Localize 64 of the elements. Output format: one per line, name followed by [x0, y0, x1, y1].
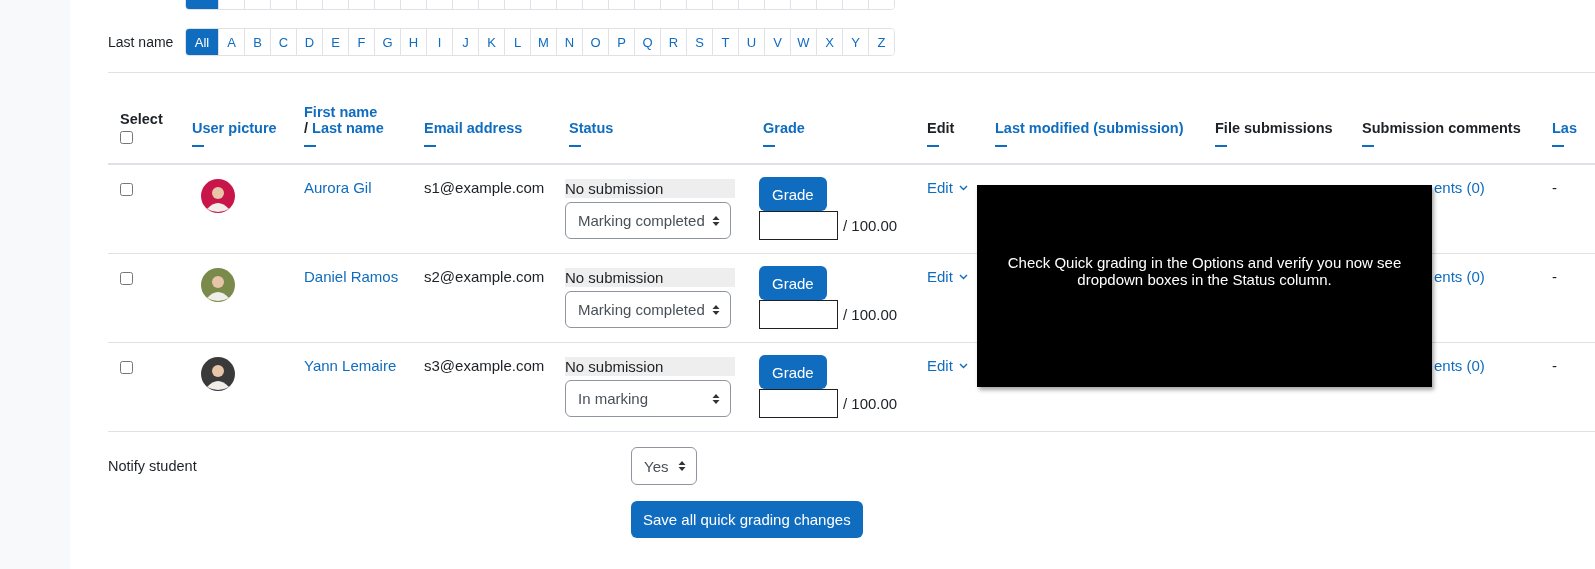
letter-filter-button[interactable]: All	[186, 29, 218, 55]
sort-link[interactable]: Grade	[763, 120, 805, 136]
edit-menu-link[interactable]: Edit	[927, 179, 975, 196]
letter-filter-button[interactable]: Z	[868, 29, 894, 55]
avatar	[201, 268, 235, 302]
notify-dropdown[interactable]: Yes	[631, 447, 698, 485]
sort-arrows-icon	[712, 214, 720, 227]
comments-link[interactable]: ents (0)	[1434, 179, 1485, 196]
status-label: No submission	[565, 357, 735, 376]
avatar	[201, 357, 235, 391]
filter-label: Last name	[108, 34, 175, 50]
sort-link[interactable]: First name	[304, 104, 378, 120]
student-name-link[interactable]: Yann Lemaire	[304, 357, 397, 374]
notify-label: Notify student	[108, 458, 198, 474]
email-text: s2@example.com	[424, 268, 545, 285]
marking-dropdown[interactable]: In marking	[565, 380, 731, 417]
sort-arrows-icon	[712, 303, 720, 316]
sort-arrows-icon	[678, 460, 687, 472]
save-button[interactable]: Save all quick grading changes	[631, 501, 863, 538]
row-checkbox[interactable]	[120, 183, 133, 196]
sort-arrows-icon	[712, 392, 720, 405]
column-header: Select	[120, 111, 163, 127]
student-name-link[interactable]: Aurora Gil	[304, 179, 372, 196]
grade-button[interactable]: Grade	[759, 177, 827, 211]
marking-dropdown[interactable]: Marking completed	[565, 291, 731, 328]
cell-text: -	[1552, 357, 1557, 374]
select-all-checkbox[interactable]	[120, 131, 133, 144]
status-label: No submission	[565, 268, 735, 287]
grade-input[interactable]	[759, 300, 838, 329]
separator-text: /	[304, 120, 309, 136]
instruction-text: Check Quick grading in the Options and verify you now see dropdown boxes in the Status column.	[1006, 254, 1403, 288]
sort-link[interactable]: Status	[569, 120, 614, 136]
cell-text: -	[1552, 268, 1557, 285]
sort-link[interactable]: Last name	[312, 120, 384, 136]
caret-icon	[958, 184, 968, 191]
edit-menu-link[interactable]: Edit	[927, 268, 975, 285]
row-checkbox[interactable]	[120, 272, 133, 285]
column-header: File submissions	[1215, 120, 1333, 136]
grade-input[interactable]	[759, 389, 838, 418]
grade-button[interactable]: Grade	[759, 355, 827, 389]
caret-icon	[958, 362, 968, 369]
sort-link[interactable]: Las	[1552, 120, 1577, 136]
sort-link[interactable]: User picture	[192, 120, 277, 136]
grade-max-text: / 100.00	[843, 395, 898, 412]
column-header: Edit	[927, 120, 955, 136]
grade-max-text: / 100.00	[843, 217, 898, 234]
sort-link[interactable]: Last modified (submission)	[995, 120, 1184, 136]
email-text: s1@example.com	[424, 179, 545, 196]
grade-button[interactable]: Grade	[759, 266, 827, 300]
email-text: s3@example.com	[424, 357, 545, 374]
row-checkbox[interactable]	[120, 361, 133, 374]
sort-link[interactable]: Email address	[424, 120, 523, 136]
avatar	[201, 179, 235, 213]
column-header: Submission comments	[1362, 120, 1521, 136]
grade-max-text: / 100.00	[843, 306, 898, 323]
comments-link[interactable]: ents (0)	[1434, 268, 1485, 285]
grade-input[interactable]	[759, 211, 838, 240]
status-label: No submission	[565, 179, 735, 198]
marking-dropdown[interactable]: Marking completed	[565, 202, 731, 239]
student-name-link[interactable]: Daniel Ramos	[304, 268, 399, 285]
cell-text: -	[1552, 179, 1557, 196]
comments-link[interactable]: ents (0)	[1434, 357, 1485, 374]
caret-icon	[958, 273, 968, 280]
edit-menu-link[interactable]: Edit	[927, 357, 975, 374]
